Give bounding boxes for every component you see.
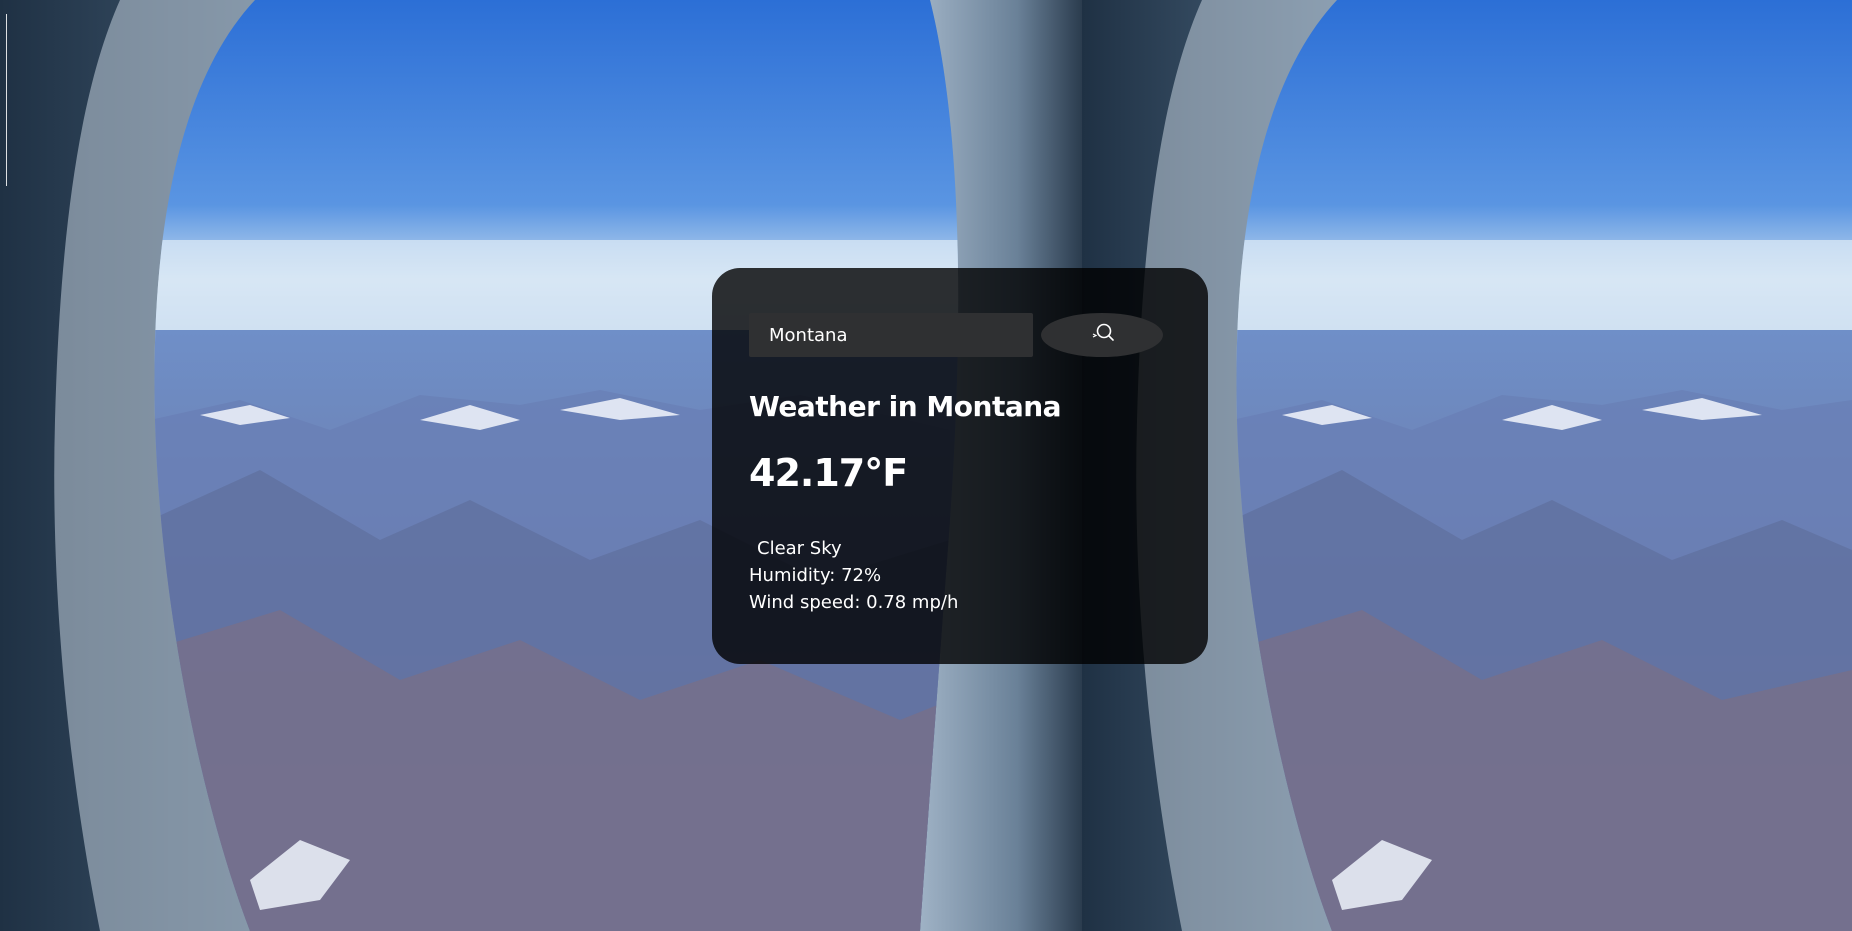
wind-speed-text: Wind speed: 0.78 mp/h xyxy=(749,592,959,613)
focus-caret-line xyxy=(6,14,7,186)
temperature-value: 42.17°F xyxy=(749,451,908,495)
search-input[interactable] xyxy=(749,313,1033,357)
search-bar xyxy=(749,313,1171,357)
search-button[interactable] xyxy=(1041,313,1163,357)
humidity-text: Humidity: 72% xyxy=(749,565,882,586)
weather-location-title: Weather in Montana xyxy=(749,390,1062,423)
weather-details: Clear Sky Humidity: 72% Wind speed: 0.78… xyxy=(749,535,1171,616)
weather-card: Weather in Montana 42.17°F Clear Sky Hum… xyxy=(712,268,1208,664)
magnifying-glass-icon xyxy=(1089,321,1115,350)
weather-description: Clear Sky xyxy=(757,538,842,559)
page: Weather in Montana 42.17°F Clear Sky Hum… xyxy=(0,0,1852,931)
